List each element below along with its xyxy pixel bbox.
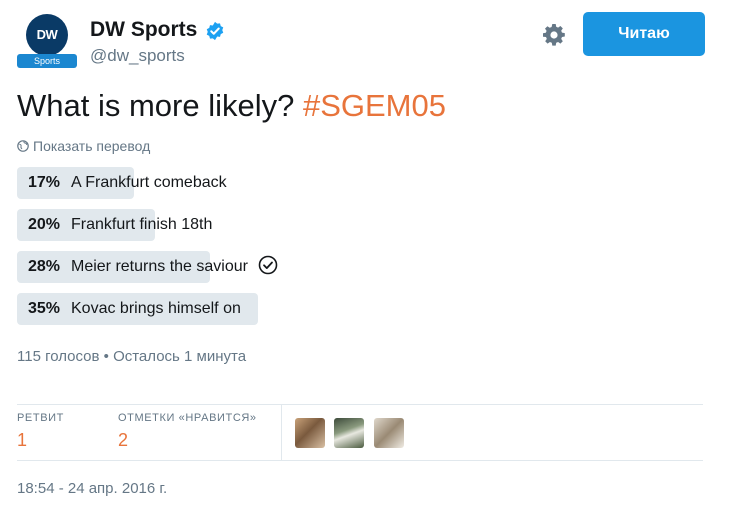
stats-separator — [281, 404, 282, 460]
liker-avatars — [295, 418, 409, 448]
logo-text: DW — [36, 27, 58, 42]
tweet-question: What is more likely? — [17, 88, 303, 123]
account-handle[interactable]: @dw_sports — [90, 46, 185, 66]
poll-option: 28% Meier returns the saviour — [17, 251, 437, 283]
avatar[interactable] — [334, 418, 365, 448]
poll-percent: 17% — [28, 174, 61, 191]
poll-option-label: Meier returns the saviour — [71, 251, 278, 283]
likes-count: 2 — [118, 430, 129, 450]
verified-badge-icon — [206, 21, 224, 41]
logo-band: Sports — [17, 54, 77, 68]
dw-logo[interactable]: DW Sports — [17, 12, 79, 70]
dw-logo-circle: DW — [26, 14, 68, 56]
tweet-stats: РЕТВИТ 1 ОТМЕТКИ «НРАВИТСЯ» 2 — [17, 404, 703, 460]
show-translation-label: Показать перевод — [33, 138, 151, 154]
retweet-stat[interactable]: РЕТВИТ 1 — [17, 412, 64, 451]
poll-option-label: Kovac brings himself on — [71, 300, 241, 317]
poll-option-label: Frankfurt finish 18th — [71, 216, 213, 233]
likes-stat[interactable]: ОТМЕТКИ «НРАВИТСЯ» 2 — [118, 412, 257, 451]
poll-vote-summary: 115 голосов • Осталось 1 минута — [17, 348, 247, 365]
gear-icon[interactable] — [542, 23, 566, 47]
poll: 17% A Frankfurt comeback 20% Frankfurt f… — [17, 167, 437, 335]
poll-percent: 35% — [28, 300, 61, 317]
show-translation-link[interactable]: Показать перевод — [17, 138, 150, 154]
poll-option: 35% Kovac brings himself on — [17, 293, 437, 325]
poll-percent: 20% — [28, 216, 61, 233]
tweet-timestamp[interactable]: 18:54 - 24 апр. 2016 г. — [17, 480, 167, 497]
tweet-header: DW Sports DW Sports @dw_sports Читаю — [17, 12, 707, 74]
poll-percent: 28% — [28, 258, 61, 275]
divider — [17, 460, 703, 461]
retweet-label: РЕТВИТ — [17, 412, 64, 424]
globe-icon — [17, 140, 29, 152]
hashtag-link[interactable]: #SGEM05 — [303, 88, 446, 123]
poll-option: 20% Frankfurt finish 18th — [17, 209, 437, 241]
following-button[interactable]: Читаю — [583, 12, 705, 56]
likes-label: ОТМЕТКИ «НРАВИТСЯ» — [118, 412, 257, 424]
checkmark-circle-icon — [258, 255, 278, 275]
poll-option-label: A Frankfurt comeback — [71, 174, 227, 191]
account-name[interactable]: DW Sports — [90, 18, 197, 42]
tweet-text: What is more likely? #SGEM05 — [17, 88, 446, 124]
retweet-count: 1 — [17, 430, 28, 450]
avatar[interactable] — [373, 418, 404, 448]
avatar[interactable] — [295, 418, 325, 448]
poll-option: 17% A Frankfurt comeback — [17, 167, 437, 199]
